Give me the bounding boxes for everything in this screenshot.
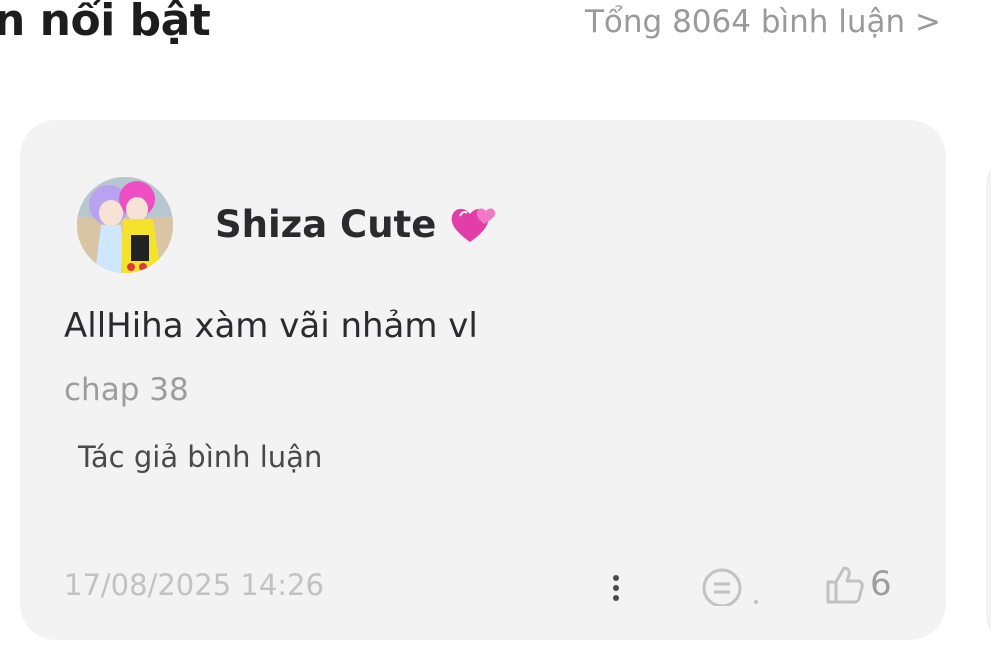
- username[interactable]: Shiza Cute: [215, 203, 436, 246]
- comment-timestamp: 17/08/2025 14:26: [64, 568, 324, 602]
- chapter-label[interactable]: chap 38: [64, 372, 189, 408]
- two-hearts-icon: [450, 202, 498, 246]
- thumbs-up-icon: [824, 564, 864, 604]
- total-comments-link[interactable]: Tổng 8064 bình luận >: [585, 4, 941, 40]
- user-row: Shiza Cute: [215, 202, 498, 246]
- next-comment-card[interactable]: [986, 150, 991, 650]
- comment-text: AllHiha xàm vãi nhảm vl: [64, 306, 478, 346]
- comment-card: Shiza Cute AllHiha xàm vãi nhảm vl chap …: [20, 120, 946, 640]
- avatar[interactable]: [77, 177, 173, 273]
- like-count: 6: [870, 564, 892, 604]
- author-comment-note: Tác giả bình luận: [78, 440, 323, 474]
- reply-bubble-icon[interactable]: [700, 566, 764, 608]
- section-title: n nổi bật: [0, 0, 211, 46]
- like-button[interactable]: 6: [824, 564, 892, 604]
- more-vertical-icon[interactable]: [608, 568, 624, 608]
